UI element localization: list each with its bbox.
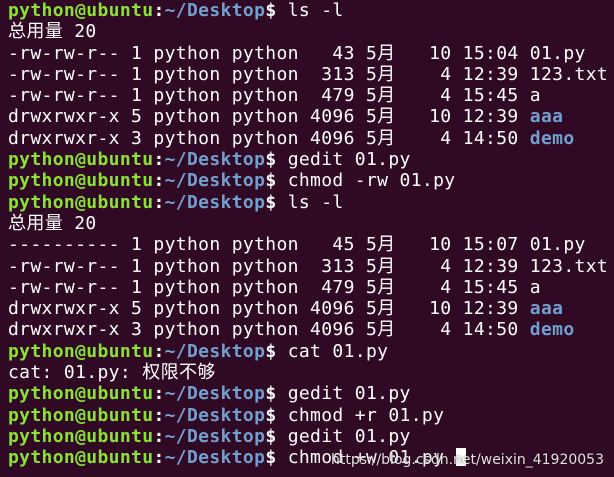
output-line: 总用量 20 xyxy=(8,21,614,42)
file-meta: ---------- 1 python python 45 5月 10 15:0… xyxy=(8,234,530,256)
prompt-path: ~/Desktop xyxy=(164,447,266,469)
prompt-symbol: $ xyxy=(265,0,288,21)
file-listing-row: -rw-rw-r-- 1 python python 43 5月 10 15:0… xyxy=(8,43,614,64)
prompt-symbol: $ xyxy=(265,340,288,362)
prompt-path: ~/Desktop xyxy=(164,149,266,171)
prompt-path: ~/Desktop xyxy=(164,340,266,362)
terminal-output: python@ubuntu:~/Desktop$ ls -l 总用量 20 -rw-… xyxy=(8,0,614,469)
file-meta: -rw-rw-r-- 1 python python 479 5月 4 15:4… xyxy=(8,276,530,298)
prompt-colon: : xyxy=(153,404,165,426)
prompt-symbol: $ xyxy=(265,170,288,192)
prompt-colon: : xyxy=(153,0,165,21)
prompt-colon: : xyxy=(153,447,165,469)
file-listing-row: drwxrwxr-x 3 python python 4096 5月 4 14:… xyxy=(8,128,614,149)
file-meta: -rw-rw-r-- 1 python python 313 5月 4 12:3… xyxy=(8,255,530,277)
file-name: 123.txt xyxy=(529,63,609,85)
file-listing-row: drwxrwxr-x 3 python python 4096 5月 4 14:… xyxy=(8,319,614,340)
directory-name: demo xyxy=(529,127,575,149)
prompt-colon: : xyxy=(153,191,165,213)
file-name: 01.py xyxy=(529,42,586,64)
prompt-path: ~/Desktop xyxy=(164,404,266,426)
file-listing-row: drwxrwxr-x 5 python python 4096 5月 10 12… xyxy=(8,298,614,319)
file-name: 01.py xyxy=(529,234,586,256)
command-text: gedit 01.py xyxy=(287,383,411,405)
output-line: 总用量 20 xyxy=(8,213,614,234)
directory-name: aaa xyxy=(529,298,564,320)
prompt-user: python@ubuntu xyxy=(8,425,154,447)
command-text: chmod +r 01.py xyxy=(287,404,445,426)
watermark-text: https://blog.csdn.net/weixin_41920053 xyxy=(330,451,604,468)
command-text: ls -l xyxy=(287,0,344,21)
file-name: a xyxy=(529,276,541,298)
prompt-path: ~/Desktop xyxy=(164,0,266,21)
file-meta: -rw-rw-r-- 1 python python 43 5月 10 15:0… xyxy=(8,42,530,64)
command-text: chmod -rw 01.py xyxy=(287,170,456,192)
command-text: ls -l xyxy=(287,191,344,213)
file-listing-row: -rw-rw-r-- 1 python python 313 5月 4 12:3… xyxy=(8,256,614,277)
prompt-path: ~/Desktop xyxy=(164,170,266,192)
file-meta: drwxrwxr-x 5 python python 4096 5月 10 12… xyxy=(8,298,530,320)
file-listing-row: -rw-rw-r-- 1 python python 479 5月 4 15:4… xyxy=(8,85,614,106)
file-meta: -rw-rw-r-- 1 python python 313 5月 4 12:3… xyxy=(8,63,530,85)
prompt-line: python@ubuntu:~/Desktop$ gedit 01.py xyxy=(8,426,614,447)
file-meta: drwxrwxr-x 3 python python 4096 5月 4 14:… xyxy=(8,127,530,149)
prompt-line: python@ubuntu:~/Desktop$ cat 01.py xyxy=(8,341,614,362)
prompt-symbol: $ xyxy=(265,447,288,469)
directory-name: aaa xyxy=(529,106,564,128)
prompt-line: python@ubuntu:~/Desktop$ gedit 01.py xyxy=(8,149,614,170)
prompt-line: python@ubuntu:~/Desktop$ chmod +r 01.py xyxy=(8,405,614,426)
prompt-user: python@ubuntu xyxy=(8,170,154,192)
file-listing-row: ---------- 1 python python 45 5月 10 15:0… xyxy=(8,234,614,255)
prompt-path: ~/Desktop xyxy=(164,191,266,213)
command-text: cat 01.py xyxy=(287,340,389,362)
prompt-user: python@ubuntu xyxy=(8,191,154,213)
file-listing-row: drwxrwxr-x 5 python python 4096 5月 10 12… xyxy=(8,106,614,127)
prompt-user: python@ubuntu xyxy=(8,447,154,469)
prompt-colon: : xyxy=(153,170,165,192)
prompt-line: python@ubuntu:~/Desktop$ chmod -rw 01.py xyxy=(8,170,614,191)
file-meta: drwxrwxr-x 5 python python 4096 5月 10 12… xyxy=(8,106,530,128)
prompt-user: python@ubuntu xyxy=(8,404,154,426)
prompt-path: ~/Desktop xyxy=(164,383,266,405)
prompt-symbol: $ xyxy=(265,191,288,213)
file-meta: drwxrwxr-x 3 python python 4096 5月 4 14:… xyxy=(8,319,530,341)
file-listing-row: -rw-rw-r-- 1 python python 313 5月 4 12:3… xyxy=(8,64,614,85)
directory-name: demo xyxy=(529,319,575,341)
file-name: 123.txt xyxy=(529,255,609,277)
prompt-colon: : xyxy=(153,425,165,447)
prompt-path: ~/Desktop xyxy=(164,425,266,447)
prompt-colon: : xyxy=(153,383,165,405)
prompt-line: python@ubuntu:~/Desktop$ ls -l xyxy=(8,0,614,21)
output-text: 总用量 20 xyxy=(8,21,97,43)
command-text: gedit 01.py xyxy=(287,425,411,447)
file-meta: -rw-rw-r-- 1 python python 479 5月 4 15:4… xyxy=(8,85,530,107)
prompt-symbol: $ xyxy=(265,149,288,171)
prompt-line: python@ubuntu:~/Desktop$ gedit 01.py xyxy=(8,383,614,404)
output-text: 总用量 20 xyxy=(8,212,97,234)
prompt-user: python@ubuntu xyxy=(8,383,154,405)
output-text: cat: 01.py: 权限不够 xyxy=(8,362,216,384)
prompt-user: python@ubuntu xyxy=(8,340,154,362)
prompt-colon: : xyxy=(153,340,165,362)
prompt-line: python@ubuntu:~/Desktop$ ls -l xyxy=(8,192,614,213)
prompt-symbol: $ xyxy=(265,383,288,405)
file-name: a xyxy=(529,85,541,107)
prompt-user: python@ubuntu xyxy=(8,0,154,21)
prompt-symbol: $ xyxy=(265,404,288,426)
prompt-colon: : xyxy=(153,149,165,171)
terminal-window[interactable]: python@ubuntu:~/Desktop$ ls -l 总用量 20 -rw-… xyxy=(0,0,614,477)
command-text: gedit 01.py xyxy=(287,149,411,171)
output-line: cat: 01.py: 权限不够 xyxy=(8,362,614,383)
prompt-symbol: $ xyxy=(265,425,288,447)
prompt-user: python@ubuntu xyxy=(8,149,154,171)
file-listing-row: -rw-rw-r-- 1 python python 479 5月 4 15:4… xyxy=(8,277,614,298)
